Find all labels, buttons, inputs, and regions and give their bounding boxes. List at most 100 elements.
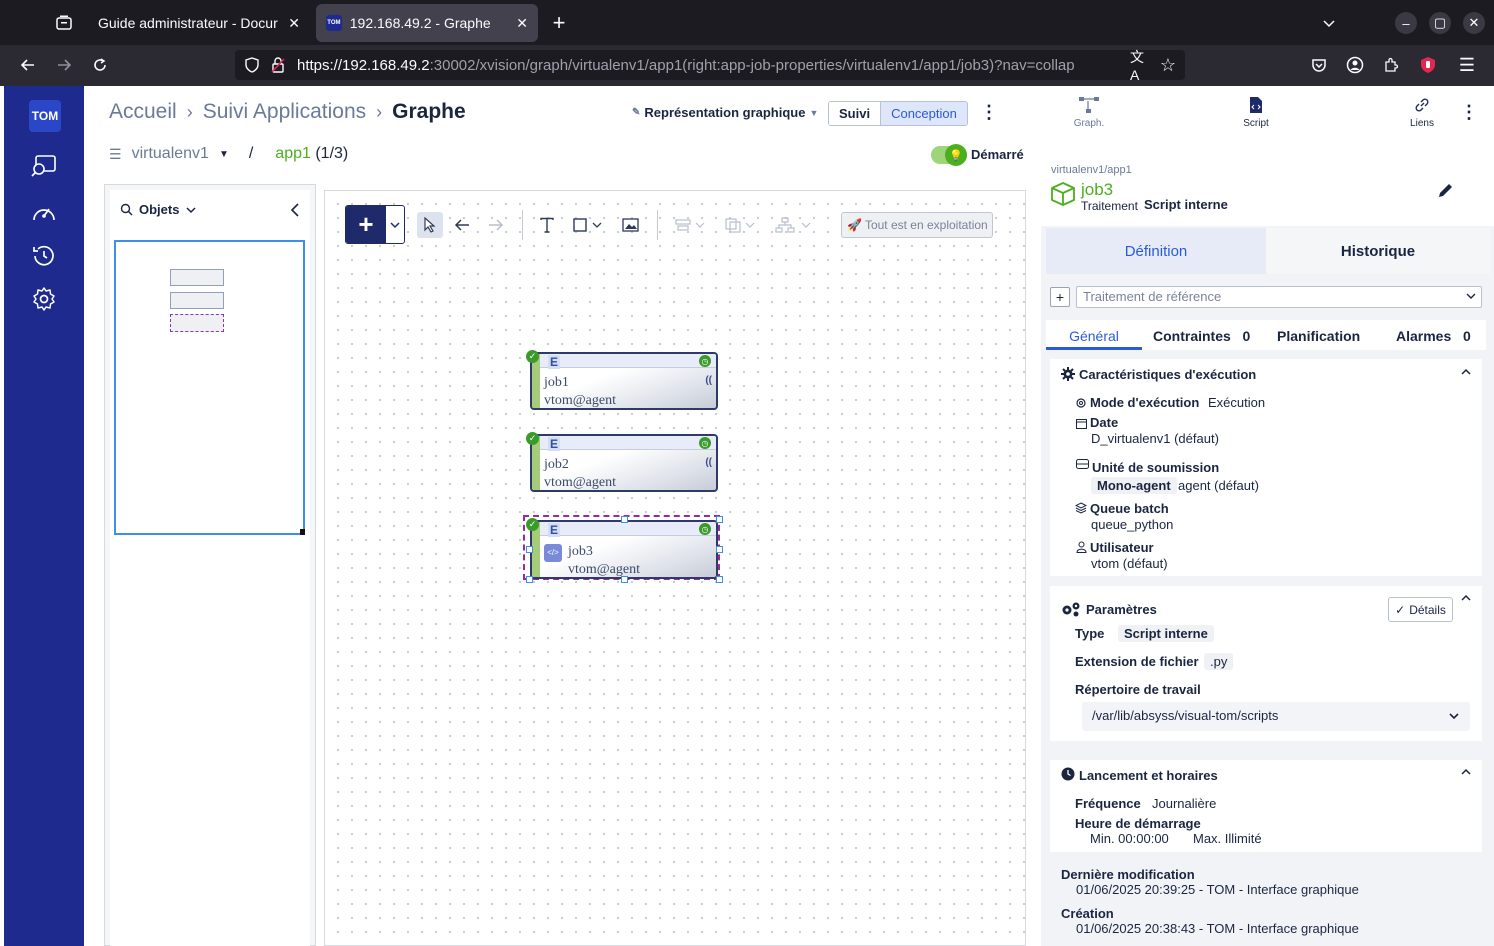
panel-tab-script[interactable]: Script <box>1231 96 1281 129</box>
layout-tree-icon[interactable] <box>773 212 813 238</box>
tab-historique[interactable]: Historique <box>1266 228 1490 274</box>
tab-list-icon[interactable] <box>53 12 75 34</box>
group-icon[interactable] <box>722 212 758 238</box>
resize-handle[interactable] <box>621 516 628 523</box>
objects-dropdown[interactable]: Objets <box>120 202 197 217</box>
launch-section-title: Lancement et horaires <box>1079 768 1218 783</box>
edit-pencil-icon[interactable] <box>1436 180 1456 200</box>
resize-handle[interactable] <box>716 576 723 583</box>
status-label: Démarré <box>971 147 1024 162</box>
status-toggle[interactable]: 💡 <box>931 144 967 166</box>
mode-conception-button[interactable]: Conception <box>880 102 967 125</box>
history-icon[interactable] <box>30 242 58 270</box>
creation-value: 01/06/2025 20:38:43 - TOM - Interface gr… <box>1076 921 1359 936</box>
reference-select[interactable]: Traitement de référence <box>1076 286 1482 308</box>
subtab-planification[interactable]: Planification <box>1277 328 1360 344</box>
align-icon[interactable] <box>672 212 708 238</box>
minimap-job <box>170 292 224 309</box>
close-window-icon[interactable]: ✕ <box>1463 12 1485 34</box>
browser-tab-guide[interactable]: Guide administrateur - Docur ✕ <box>88 4 310 42</box>
caret-down-icon[interactable]: ▼ <box>219 149 229 160</box>
close-icon[interactable]: ✕ <box>516 15 528 32</box>
maximize-icon[interactable]: ▢ <box>1429 12 1451 34</box>
exec-section-title: Caractéristiques d'exécution <box>1079 367 1257 382</box>
chevron-up-icon[interactable] <box>1460 592 1474 606</box>
collapse-panel-icon[interactable] <box>287 202 303 218</box>
job-node-job1[interactable]: E job1 vtom@agent (( <box>530 352 718 410</box>
job-badge: E <box>548 437 561 451</box>
frequency-value: Journalière <box>1152 796 1217 811</box>
breadcrumb-suivi[interactable]: Suivi Applications <box>203 100 366 124</box>
resize-handle[interactable] <box>716 546 723 553</box>
tom-logo[interactable]: TOM <box>29 100 61 132</box>
address-bar[interactable]: https://192.168.49.2:30002/xvision/graph… <box>235 50 1185 80</box>
tab-definition[interactable]: Définition <box>1046 228 1266 274</box>
list-icon[interactable]: ☰ <box>109 146 122 163</box>
chevron-up-icon[interactable] <box>1460 366 1474 380</box>
representation-dropdown[interactable]: ✎ Représentation graphique ▼ <box>632 105 818 120</box>
chevron-down-icon[interactable] <box>1448 710 1462 724</box>
panel-tab-graph[interactable]: Graph. <box>1064 96 1114 129</box>
extensions-icon[interactable] <box>1381 55 1401 75</box>
resize-handle[interactable] <box>526 576 533 583</box>
chevron-up-icon[interactable] <box>1460 766 1474 780</box>
minimize-icon[interactable]: – <box>1395 12 1417 34</box>
subtab-contraintes[interactable]: Contraintes 0 <box>1153 328 1250 344</box>
details-button[interactable]: ✓ Détails <box>1388 597 1453 622</box>
subtab-alarmes[interactable]: Alarmes 0 <box>1396 328 1471 344</box>
signal-icon: (( <box>705 457 712 468</box>
resize-handle[interactable] <box>526 546 533 553</box>
application-name[interactable]: app1 <box>275 145 311 162</box>
add-icon[interactable]: + <box>346 206 386 243</box>
date-value: D_virtualenv1 (défaut) <box>1091 431 1219 446</box>
shape-tool-icon[interactable] <box>571 212 605 238</box>
ublock-icon[interactable] <box>1418 55 1438 75</box>
bookmark-star-icon[interactable]: ☆ <box>1158 55 1178 75</box>
resize-handle[interactable] <box>621 576 628 583</box>
mode-suivi-button[interactable]: Suivi <box>829 102 881 125</box>
browser-tab-graphe[interactable]: TOM 192.168.49.2 - Graphe ✕ <box>316 4 538 42</box>
shield-icon[interactable] <box>243 56 261 74</box>
user-icon <box>1075 541 1087 553</box>
minimap-viewport[interactable] <box>114 240 305 535</box>
account-icon[interactable] <box>1345 55 1365 75</box>
reload-icon[interactable] <box>90 55 110 75</box>
menu-icon[interactable]: ☰ <box>1457 55 1477 75</box>
user-value: vtom (défaut) <box>1091 556 1168 571</box>
panel-tab-label: Liens <box>1410 118 1434 129</box>
forward-icon[interactable] <box>54 55 74 75</box>
pocket-icon[interactable] <box>1309 55 1329 75</box>
subtab-general[interactable]: Général <box>1046 328 1142 344</box>
resize-handle[interactable] <box>716 516 723 523</box>
add-reference-icon[interactable]: + <box>1050 287 1070 307</box>
monitoring-search-icon[interactable] <box>30 152 58 180</box>
more-options-icon[interactable]: ⋮ <box>980 102 998 122</box>
start-min: Min. 00:00:00 <box>1090 831 1169 846</box>
panel-tab-liens[interactable]: Liens <box>1397 96 1447 129</box>
back-icon[interactable] <box>18 55 38 75</box>
translate-icon[interactable]: 文A <box>1130 49 1150 83</box>
breadcrumb-home[interactable]: Accueil <box>109 100 177 124</box>
job-node-job3[interactable]: E </> job3 vtom@agent <box>530 520 718 579</box>
text-tool-icon[interactable] <box>535 212 559 238</box>
image-tool-icon[interactable] <box>618 212 642 238</box>
dashboard-gauge-icon[interactable] <box>30 199 58 227</box>
app-sidebar: TOM <box>4 86 84 946</box>
close-icon[interactable]: ✕ <box>288 15 300 32</box>
chevron-down-icon[interactable] <box>1318 12 1340 34</box>
redo-icon[interactable] <box>485 212 507 238</box>
browser-tab-bar: Guide administrateur - Docur ✕ TOM 192.1… <box>0 0 1494 45</box>
minimap-resize-handle[interactable] <box>300 529 305 535</box>
chevron-down-icon[interactable] <box>386 206 404 243</box>
server-icon <box>1075 458 1089 470</box>
undo-icon[interactable] <box>451 212 473 238</box>
exploitation-button[interactable]: 🚀 Tout est en exploitation <box>841 212 993 238</box>
lock-warning-icon[interactable] <box>269 56 287 74</box>
panel-more-icon[interactable]: ⋮ <box>1460 102 1478 122</box>
workdir-field[interactable]: /var/lib/absyss/visual-tom/scripts <box>1082 702 1470 731</box>
environment-name[interactable]: virtualenv1 <box>132 145 209 163</box>
new-tab-icon[interactable]: + <box>548 10 570 35</box>
job-node-job2[interactable]: E job2 vtom@agent (( <box>530 434 718 492</box>
select-pointer-icon[interactable] <box>417 212 443 238</box>
settings-gear-icon[interactable] <box>30 285 58 313</box>
